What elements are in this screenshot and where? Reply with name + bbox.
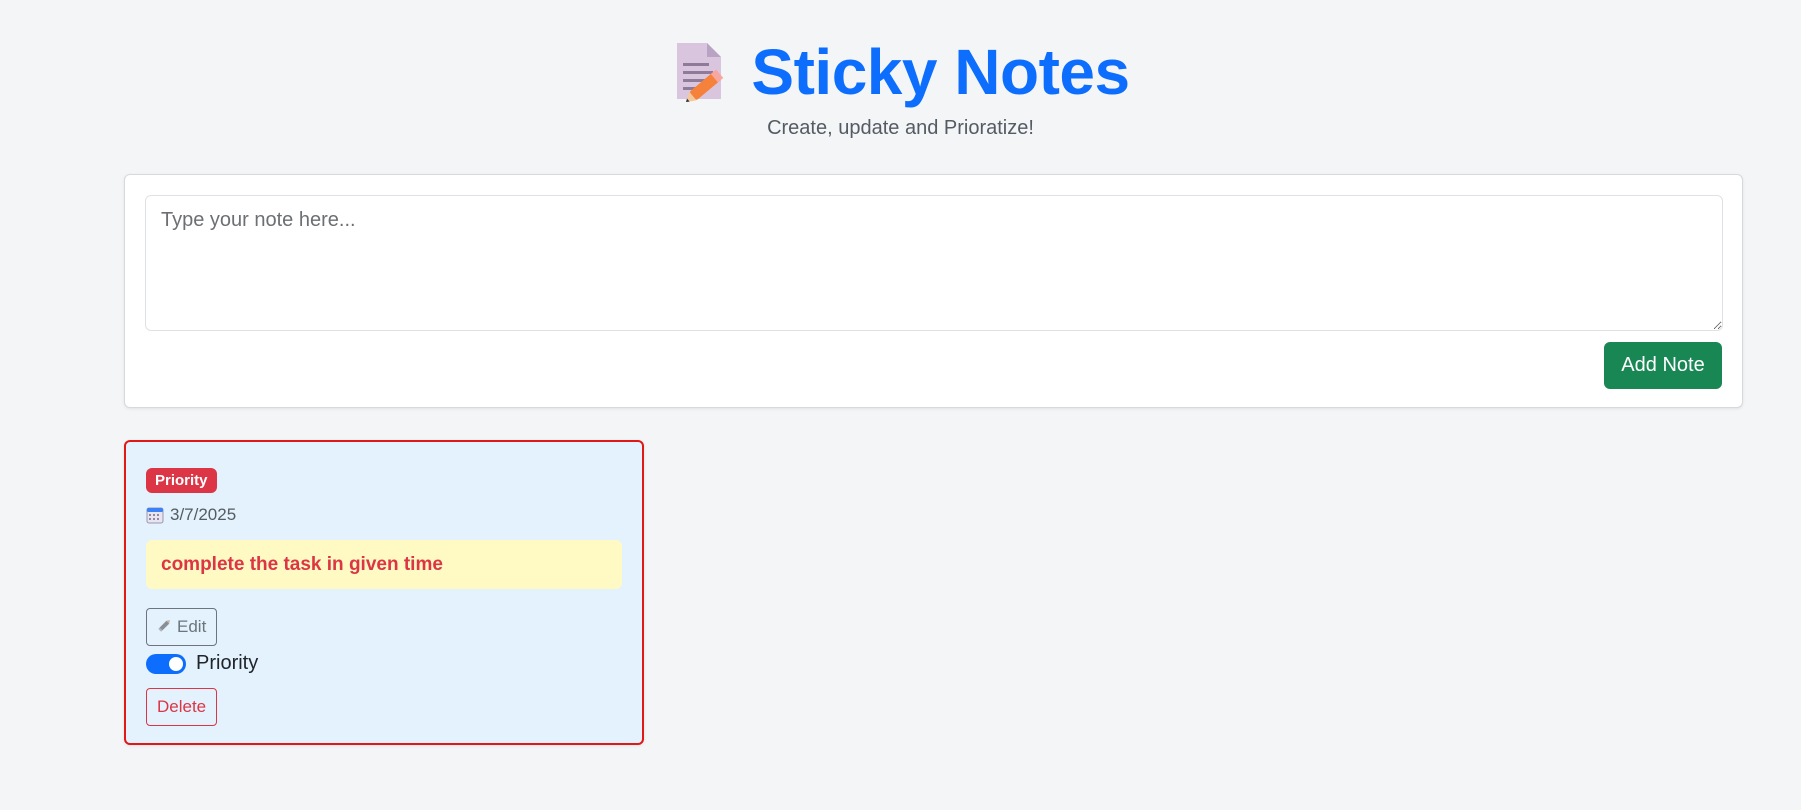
priority-toggle-label: Priority xyxy=(196,652,259,674)
note-date: 3/7/2025 xyxy=(170,505,237,524)
memo-icon xyxy=(671,41,729,103)
calendar-icon xyxy=(146,506,164,524)
priority-badge: Priority xyxy=(146,468,217,493)
edit-button-label: Edit xyxy=(177,617,207,636)
pencil-icon xyxy=(157,617,173,638)
page-title: Sticky Notes xyxy=(751,36,1130,108)
edit-button[interactable]: Edit xyxy=(146,608,218,646)
note-input[interactable] xyxy=(145,195,1723,331)
note-date-row: 3/7/2025 xyxy=(146,505,236,525)
title-row: Sticky Notes xyxy=(0,36,1801,108)
priority-toggle-row: Priority xyxy=(146,652,258,675)
note-card: Priority 3/7/2025 complete the task in g… xyxy=(124,440,644,745)
delete-button[interactable]: Delete xyxy=(146,688,218,726)
note-text: complete the task in given time xyxy=(146,540,622,589)
toggle-knob xyxy=(169,656,183,671)
priority-toggle[interactable] xyxy=(146,653,186,674)
page-subtitle: Create, update and Prioratize! xyxy=(767,117,1034,139)
note-composer: Add Note xyxy=(124,174,1743,408)
add-note-button[interactable]: Add Note xyxy=(1604,342,1722,389)
